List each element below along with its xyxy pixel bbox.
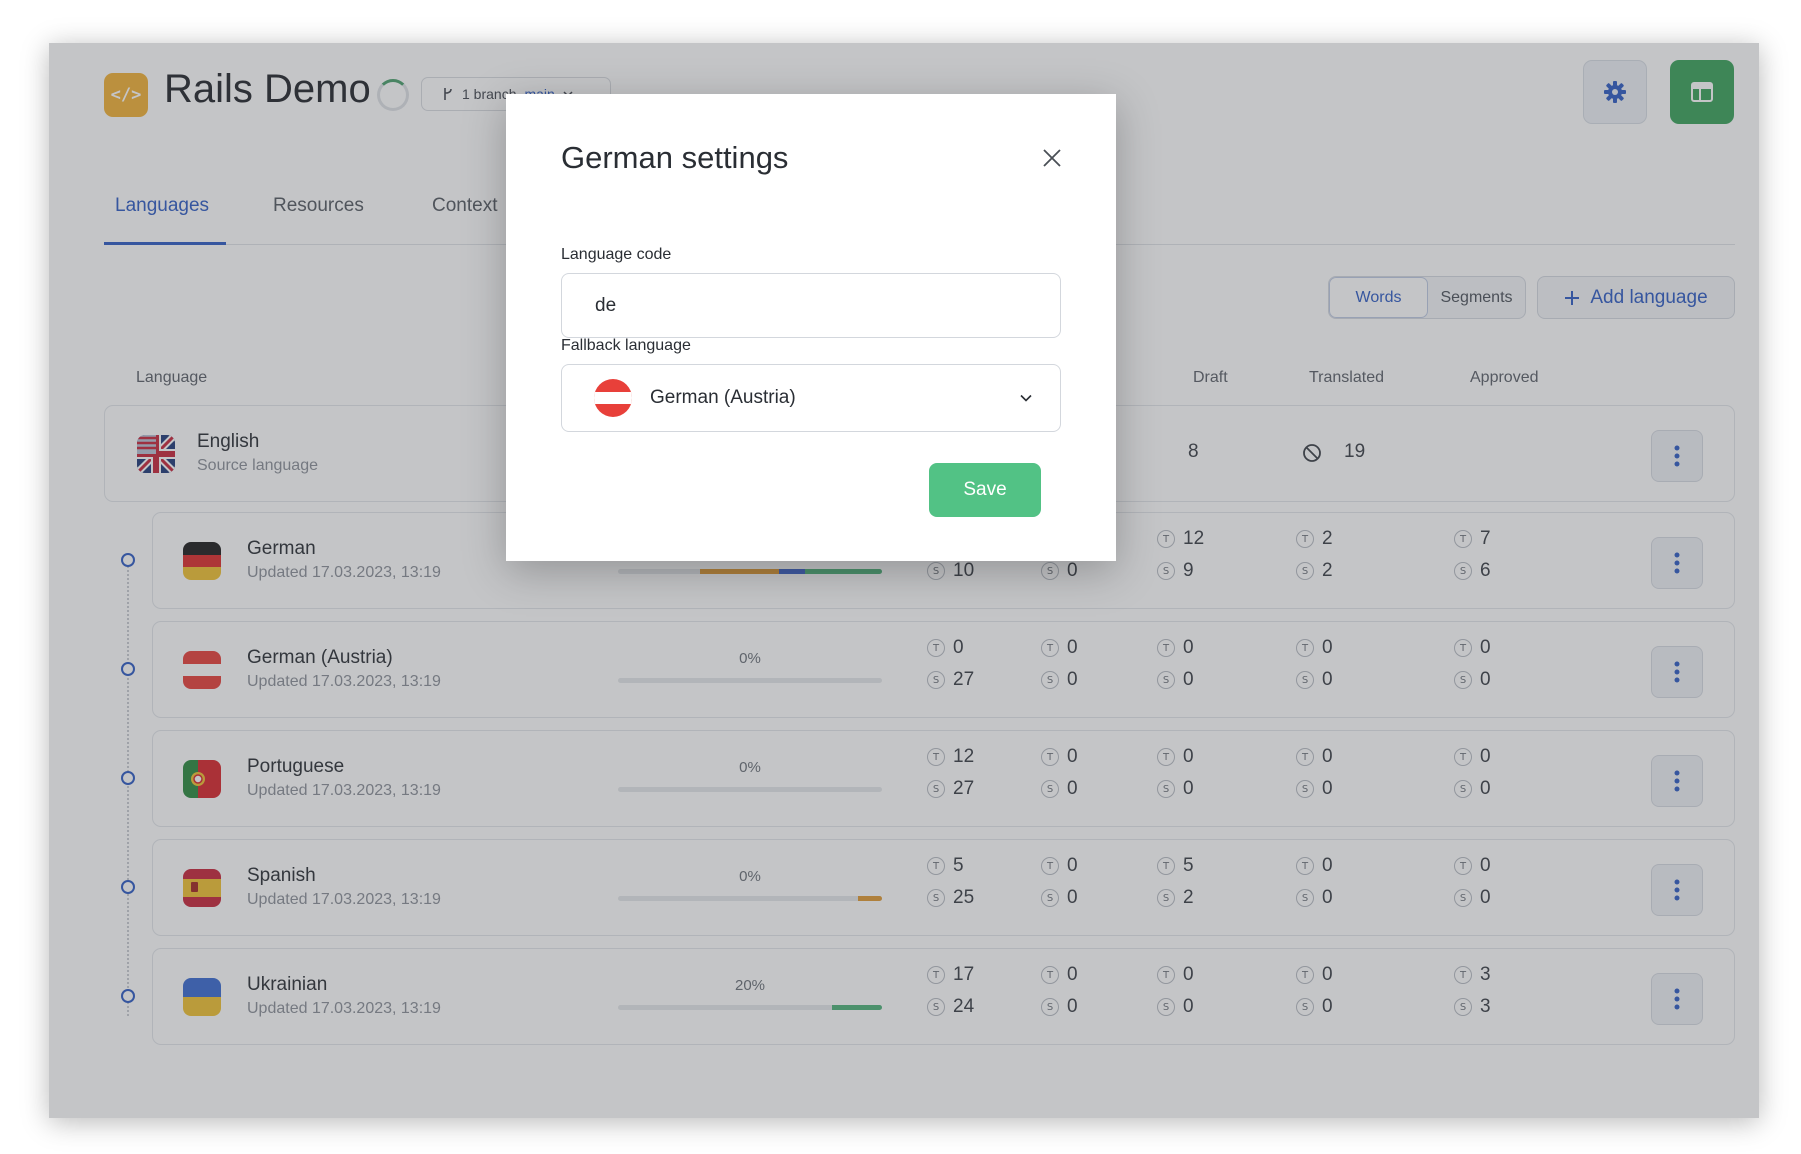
- close-button[interactable]: [1040, 146, 1064, 170]
- app-background: </> Rails Demo 1 branch main: [49, 43, 1759, 1118]
- save-button[interactable]: Save: [929, 463, 1041, 517]
- modal-title: German settings: [561, 140, 789, 175]
- language-settings-modal: German settings Language code Fallback l…: [506, 94, 1116, 561]
- fallback-language-select[interactable]: German (Austria): [561, 364, 1061, 432]
- language-code-label: Language code: [561, 246, 672, 263]
- language-code-input[interactable]: [561, 273, 1061, 338]
- chevron-down-icon: [1020, 394, 1032, 402]
- app-window: </> Rails Demo 1 branch main: [49, 43, 1759, 1118]
- fallback-language-value: German (Austria): [650, 387, 796, 408]
- close-icon: [1043, 149, 1061, 167]
- flag-at-icon: [594, 379, 632, 417]
- fallback-language-label: Fallback language: [561, 337, 691, 354]
